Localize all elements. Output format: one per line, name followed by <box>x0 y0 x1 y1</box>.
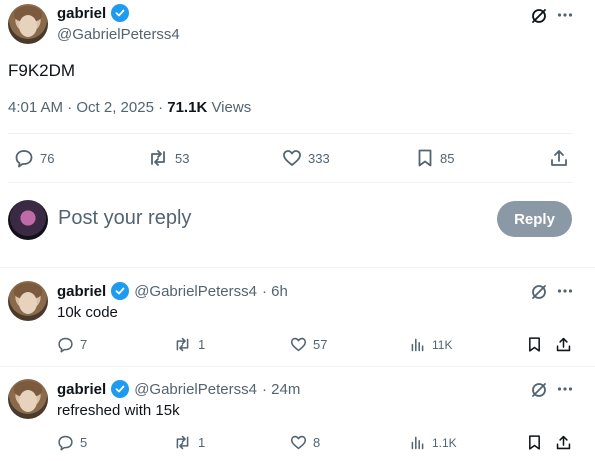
tweet-meta: 4:01 AM · Oct 2, 2025 · 71.1K Views <box>8 99 251 116</box>
repost-action[interactable]: 1 <box>173 336 205 353</box>
repost-icon <box>176 435 189 450</box>
more-icon[interactable] <box>556 282 574 300</box>
repost-count: 53 <box>175 150 190 166</box>
timestamp[interactable]: · 24m <box>262 381 300 398</box>
tweet-text: refreshed with 15k <box>57 402 180 419</box>
bookmark-icon[interactable] <box>526 336 543 353</box>
avatar[interactable] <box>8 379 48 419</box>
repost-count: 1 <box>198 337 206 352</box>
repost-icon <box>151 150 165 166</box>
author-name[interactable]: gabriel <box>57 5 106 22</box>
like-action[interactable]: 57 <box>290 336 327 353</box>
views-action[interactable]: 11K <box>409 336 452 353</box>
repost-icon <box>176 337 189 352</box>
bookmark-icon <box>418 149 432 167</box>
author-name[interactable]: gabriel <box>57 381 106 398</box>
reply-button[interactable]: Reply <box>497 201 572 237</box>
reply-icon <box>15 150 33 168</box>
reply-count: 5 <box>80 435 88 450</box>
heart-icon <box>283 150 301 166</box>
bookmark-icon[interactable] <box>526 434 543 451</box>
share-icon[interactable] <box>555 434 572 451</box>
views-icon <box>411 338 424 352</box>
views-icon <box>411 436 424 450</box>
like-action[interactable]: 8 <box>290 434 320 451</box>
views-count: 71.1K <box>167 99 208 116</box>
reply-action[interactable]: 5 <box>57 434 87 451</box>
verified-badge-icon <box>111 282 130 300</box>
repost-action[interactable]: 53 <box>147 148 189 168</box>
reply-icon <box>58 435 73 451</box>
avatar[interactable] <box>8 281 48 321</box>
tweet-text: 10k code <box>57 304 118 321</box>
reply-icon <box>58 337 73 353</box>
reply-input[interactable]: Post your reply <box>58 207 478 230</box>
grok-icon[interactable] <box>530 381 548 399</box>
repost-count: 1 <box>198 435 206 450</box>
timestamp[interactable]: 4:01 AM · Oct 2, 2025 · <box>8 99 167 116</box>
reply-count: 7 <box>80 337 88 352</box>
share-icon[interactable] <box>555 336 572 353</box>
avatar <box>8 200 48 240</box>
views-count: 11K <box>432 337 453 352</box>
verified-badge-icon <box>111 380 130 398</box>
heart-icon <box>290 435 307 450</box>
repost-action[interactable]: 1 <box>173 434 205 451</box>
verified-badge-icon <box>111 4 130 22</box>
reply-action[interactable]: 7 <box>57 336 87 353</box>
views-count: 1.1K <box>432 435 457 450</box>
author-handle[interactable]: @GabrielPeterss4 <box>57 26 180 43</box>
like-count: 333 <box>308 150 330 166</box>
author-handle[interactable]: @GabrielPeterss4 <box>134 283 257 300</box>
bookmark-count: 85 <box>440 150 455 166</box>
grok-icon[interactable] <box>530 283 548 301</box>
views-action[interactable]: 1.1K <box>409 434 457 451</box>
tweet-text: F9K2DM <box>8 61 76 80</box>
like-count: 8 <box>313 435 321 450</box>
more-icon[interactable] <box>556 6 574 24</box>
reply-action[interactable]: 76 <box>14 148 54 168</box>
more-icon[interactable] <box>556 380 574 398</box>
like-count: 57 <box>313 337 328 352</box>
author-name[interactable]: gabriel <box>57 283 106 300</box>
views-label: Views <box>207 99 252 116</box>
heart-icon <box>290 337 307 352</box>
author-handle[interactable]: @GabrielPeterss4 <box>134 381 257 398</box>
bookmark-action[interactable]: 85 <box>416 148 454 168</box>
avatar[interactable] <box>8 4 48 44</box>
grok-icon[interactable] <box>530 7 548 25</box>
like-action[interactable]: 333 <box>282 148 330 168</box>
timestamp[interactable]: · 6h <box>262 283 288 300</box>
share-icon[interactable] <box>549 148 569 168</box>
reply-count: 76 <box>40 150 55 166</box>
